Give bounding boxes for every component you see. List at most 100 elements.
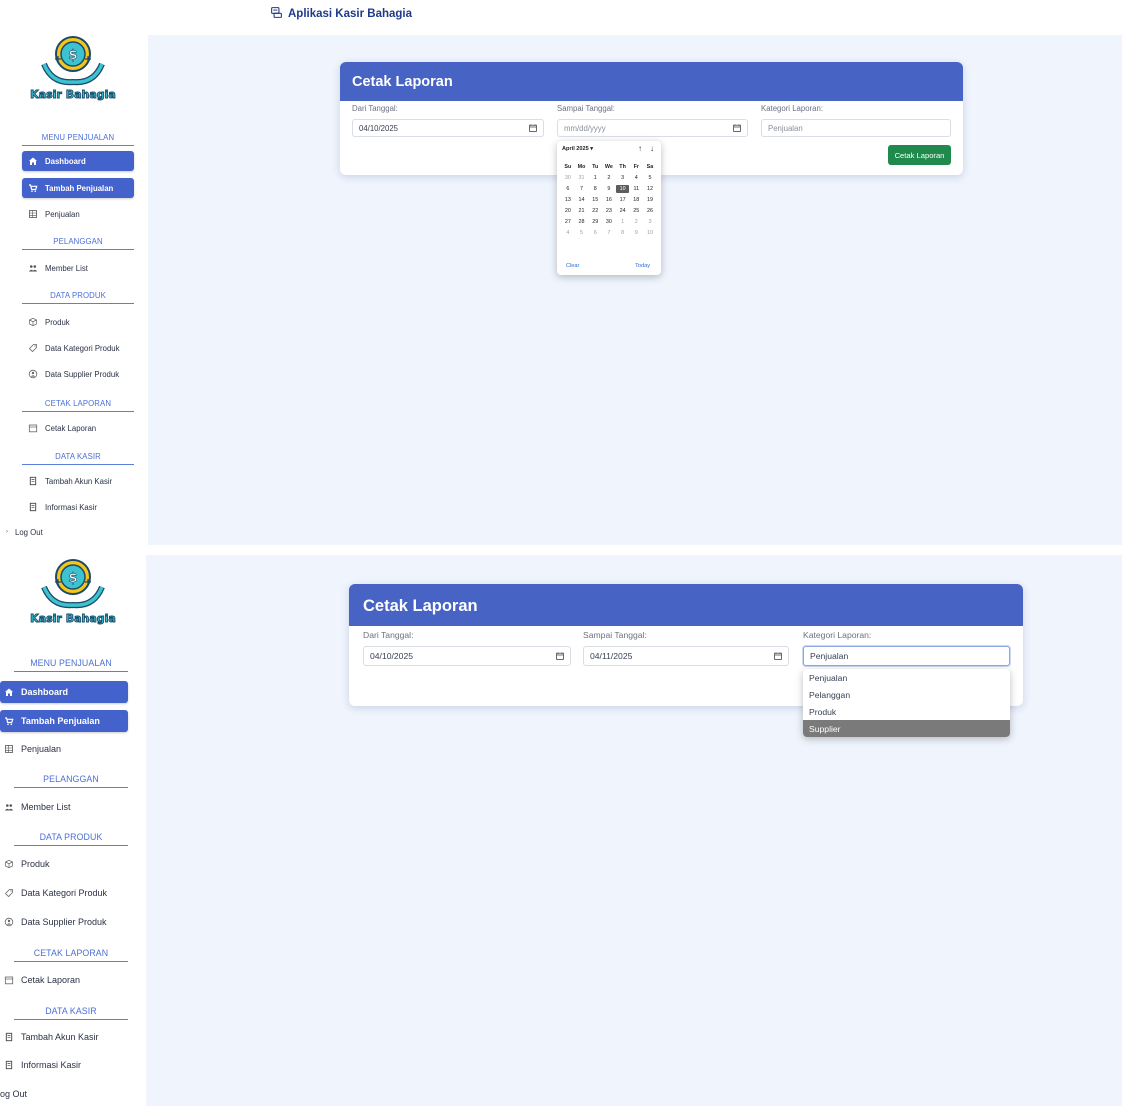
category-option[interactable]: Penjualan (803, 669, 1010, 686)
calendar-day[interactable]: 8 (588, 185, 602, 193)
category-option[interactable]: Produk (803, 703, 1010, 720)
calendar-day[interactable]: 31 (575, 174, 589, 182)
calendar-day[interactable]: 6 (588, 229, 602, 237)
calendar-day[interactable]: 14 (575, 196, 589, 204)
category-select[interactable]: Penjualan (761, 119, 951, 137)
calendar-day[interactable]: 24 (616, 207, 630, 215)
calendar-day[interactable]: 9 (629, 229, 643, 237)
svg-text:$: $ (68, 48, 77, 63)
calendar-day[interactable]: 13 (561, 196, 575, 204)
sidebar-item-penjualan[interactable]: Penjualan (22, 204, 80, 224)
calendar-day[interactable]: 10 (615, 185, 630, 193)
calendar-day[interactable]: 2 (602, 174, 616, 182)
sidebar-item-member-list[interactable]: Member List (0, 796, 71, 818)
sidebar-item-supplier-produk[interactable]: Data Supplier Produk (0, 911, 107, 933)
weekday-header: Mo (577, 164, 586, 170)
next-month-icon[interactable]: ↓ (650, 144, 654, 153)
sidebar-item-tambah-akun-kasir[interactable]: Tambah Akun Kasir (0, 1026, 99, 1048)
sidebar-item-kategori-produk[interactable]: Data Kategori Produk (0, 882, 107, 904)
sidebar-item-supplier-produk[interactable]: Data Supplier Produk (22, 364, 119, 384)
category-option[interactable]: Supplier (803, 720, 1010, 737)
calendar-day[interactable]: 4 (561, 229, 575, 237)
sidebar-item-dashboard[interactable]: Dashboard (0, 681, 128, 703)
calendar-icon (28, 423, 38, 433)
to-date-input[interactable]: 04/11/2025 (583, 646, 789, 666)
sidebar-item-member-list[interactable]: Member List (22, 258, 88, 278)
calendar-day[interactable]: 19 (643, 196, 657, 204)
calendar-day[interactable]: 20 (561, 207, 575, 215)
section-menu-penjualan: MENU PENJUALAN (14, 658, 128, 672)
calendar-day[interactable]: 7 (602, 229, 616, 237)
calendar-icon[interactable] (733, 124, 741, 132)
calendar-day[interactable]: 22 (588, 207, 602, 215)
calendar-day[interactable]: 5 (643, 174, 657, 182)
month-selector[interactable]: April 2025 ▾ (562, 146, 593, 152)
calendar-day[interactable]: 30 (602, 218, 616, 226)
calendar-day[interactable]: 30 (561, 174, 575, 182)
calendar-day[interactable]: 9 (602, 185, 616, 193)
category-label: Kategori Laporan: (761, 104, 823, 113)
sidebar-item-produk[interactable]: Produk (22, 312, 70, 332)
weekday-header: Th (619, 164, 626, 170)
sidebar-item-tambah-penjualan[interactable]: Tambah Penjualan (0, 710, 128, 732)
to-date-input[interactable]: mm/dd/yyyy (557, 119, 748, 137)
calendar-day[interactable]: 7 (575, 185, 589, 193)
sidebar-item-kategori-produk[interactable]: Data Kategori Produk (22, 338, 120, 358)
id-card-icon (28, 476, 38, 486)
sidebar-item-dashboard[interactable]: Dashboard (22, 151, 134, 171)
logo-text: Kasir Bahagia (30, 612, 116, 625)
sidebar-item-cetak-laporan[interactable]: Cetak Laporan (0, 969, 80, 991)
sidebar-item-tambah-penjualan[interactable]: Tambah Penjualan (22, 178, 134, 198)
calendar-day[interactable]: 16 (602, 196, 616, 204)
calendar-day[interactable]: 17 (616, 196, 630, 204)
sidebar-item-penjualan[interactable]: Penjualan (0, 738, 61, 760)
calendar-icon[interactable] (774, 652, 782, 660)
calendar-day[interactable]: 11 (629, 185, 643, 193)
sidebar-logout[interactable]: og Out (0, 1083, 27, 1105)
calendar-day[interactable]: 27 (561, 218, 575, 226)
calendar-day[interactable]: 10 (643, 229, 657, 237)
calendar-day[interactable]: 1 (588, 174, 602, 182)
sidebar-item-cetak-laporan[interactable]: Cetak Laporan (22, 418, 96, 438)
calendar-day[interactable]: 1 (616, 218, 630, 226)
calendar-day[interactable]: 4 (629, 174, 643, 182)
sidebar-item-informasi-kasir[interactable]: Informasi Kasir (0, 1054, 81, 1076)
calendar-day[interactable]: 5 (575, 229, 589, 237)
calendar-day[interactable]: 29 (588, 218, 602, 226)
calendar-day[interactable]: 25 (629, 207, 643, 215)
calendar-grid: Su Mo Tu We Th Fr Sa 30 31 1 2 3 4 5 6 7 8 9 10 11 12 13 14 15 1… (561, 163, 657, 237)
calendar-icon[interactable] (529, 124, 537, 132)
calendar-day[interactable]: 28 (575, 218, 589, 226)
to-date-label: Sampai Tanggal: (583, 630, 647, 640)
calendar-day[interactable]: 3 (643, 218, 657, 226)
calendar-day[interactable]: 26 (643, 207, 657, 215)
users-icon (4, 802, 14, 812)
sidebar-item-produk[interactable]: Produk (0, 853, 50, 875)
sidebar-item-tambah-akun-kasir[interactable]: Tambah Akun Kasir (22, 471, 112, 491)
category-option[interactable]: Pelanggan (803, 686, 1010, 703)
calendar-day[interactable]: 21 (575, 207, 589, 215)
calendar-day[interactable]: 2 (629, 218, 643, 226)
clear-button[interactable]: Clear (566, 263, 579, 269)
calendar-day[interactable]: 18 (629, 196, 643, 204)
weekday-header: Fr (633, 164, 639, 170)
svg-text:$: $ (68, 571, 77, 586)
cetak-laporan-button[interactable]: Cetak Laporan (888, 145, 951, 165)
calendar-day[interactable]: 23 (602, 207, 616, 215)
users-icon (28, 263, 38, 273)
calendar-day[interactable]: 8 (616, 229, 630, 237)
box-icon (4, 859, 14, 869)
from-date-input[interactable]: 04/10/2025 (352, 119, 544, 137)
sidebar-item-informasi-kasir[interactable]: Informasi Kasir (22, 497, 97, 517)
calendar-day[interactable]: 3 (616, 174, 630, 182)
today-button[interactable]: Today (635, 263, 650, 269)
category-select[interactable]: Penjualan (803, 646, 1010, 666)
calendar-day[interactable]: 6 (561, 185, 575, 193)
calendar-icon[interactable] (556, 652, 564, 660)
calendar-day[interactable]: 12 (643, 185, 657, 193)
from-date-input[interactable]: 04/10/2025 (363, 646, 571, 666)
previous-month-icon[interactable]: ↑ (638, 144, 642, 153)
calendar-day[interactable]: 15 (588, 196, 602, 204)
sidebar-logout[interactable]: › Log Out (2, 524, 43, 540)
sidebar: $ Kasir Bahagia MENU PENJUALAN Dashboard… (0, 0, 145, 548)
